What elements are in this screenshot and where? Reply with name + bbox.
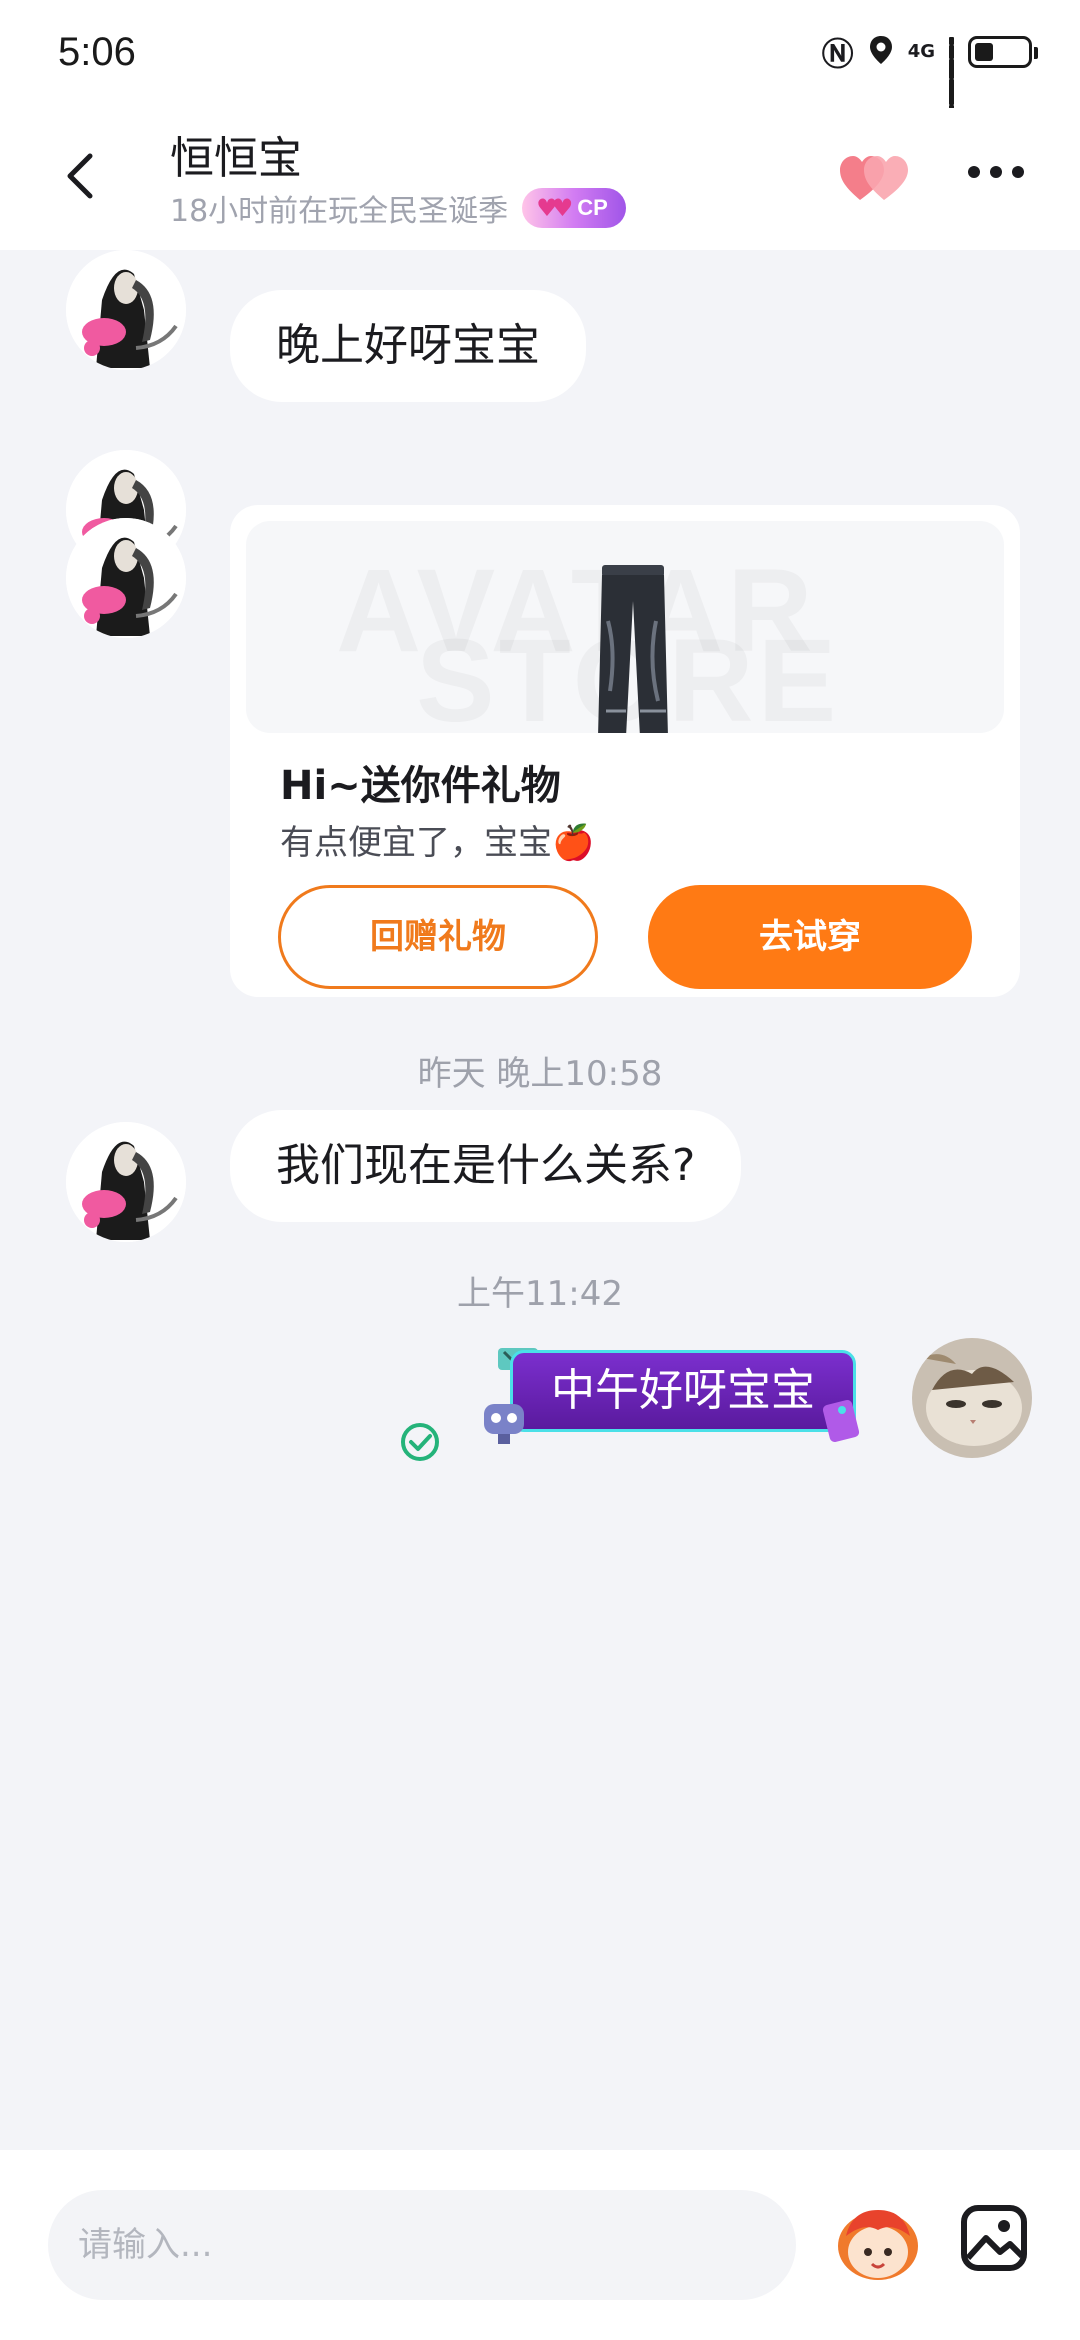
gift-title: Hi~送你件礼物 [280,763,561,809]
gift-card[interactable]: AVATAR STORE Hi~送你件礼物 有点便宜了，宝宝🍎 回赠礼物 去试穿 [230,505,1020,997]
contact-status-line: 18小时前在玩全民圣诞季 ♥♥ CP [170,186,626,230]
couple-hearts-icon[interactable] [838,150,910,206]
contact-name[interactable]: 恒恒宝 [170,122,302,186]
jeans-icon [598,565,668,733]
cp-badge-label: CP [577,195,608,220]
gift-image[interactable]: AVATAR STORE [246,521,1004,733]
emoji-sticker-button[interactable] [832,2196,924,2288]
location-icon [868,35,894,69]
message-bubble[interactable]: 晚上好呀宝宝 [230,290,586,402]
gift-description: 有点便宜了，宝宝🍎 [280,823,595,863]
cp-badge[interactable]: ♥♥ CP [522,188,626,228]
back-arrow-icon[interactable] [56,146,106,206]
network-type: 4G [907,41,935,62]
contact-avatar[interactable] [66,1122,186,1242]
timestamp: 昨天 晚上10:58 [417,1054,663,1094]
try-on-button[interactable]: 去试穿 [648,885,972,989]
my-avatar[interactable] [912,1338,1032,1458]
status-bar: 5:06 Ⓝ 4G [0,0,1080,135]
nfc-icon: Ⓝ [821,36,854,72]
contact-status: 18小时前在玩全民圣诞季 [170,194,509,229]
hearts-icon: ♥♥ [536,194,573,222]
message-input[interactable]: 请输入... [48,2190,796,2300]
contact-avatar[interactable] [66,250,186,370]
robot-decor-icon [484,1404,524,1444]
status-icons: Ⓝ 4G [821,32,1038,135]
return-gift-button[interactable]: 回赠礼物 [278,885,598,989]
contact-avatar[interactable] [66,518,186,638]
more-options-button[interactable] [968,166,1024,178]
status-time: 5:06 [58,30,136,74]
input-bar: 请输入... [0,2150,1080,2340]
image-picker-icon[interactable] [958,2202,1030,2274]
signal-icon [949,37,954,135]
battery-icon [968,36,1038,68]
gift-tag-decor-icon [822,1399,860,1443]
read-check-icon [401,1423,439,1461]
timestamp: 上午11:42 [457,1274,623,1314]
message-bubble[interactable]: 我们现在是什么关系? [230,1110,742,1222]
chat-header: 恒恒宝 18小时前在玩全民圣诞季 ♥♥ CP [0,108,1080,250]
my-message-bubble[interactable]: 中午好呀宝宝 [510,1350,856,1432]
